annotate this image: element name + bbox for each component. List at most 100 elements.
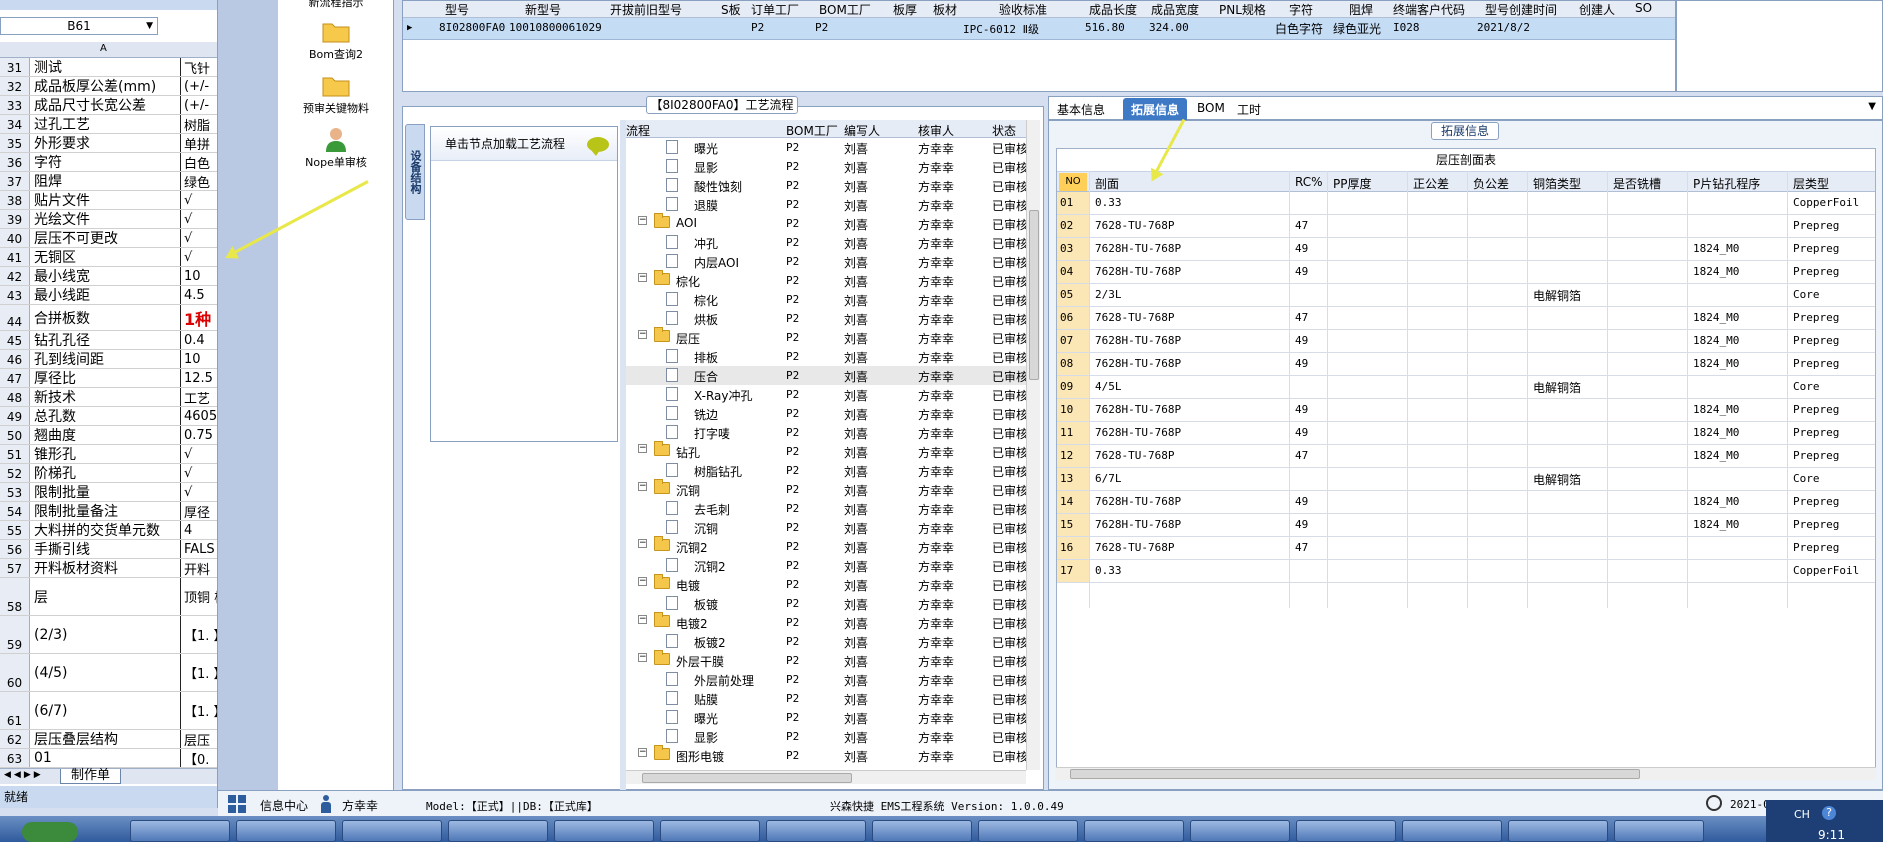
- nav-item-new-flow[interactable]: 新流程指示: [278, 0, 394, 10]
- col-header[interactable]: 板材: [933, 1, 957, 18]
- row-number[interactable]: 51: [0, 445, 30, 463]
- row-number[interactable]: 32: [0, 77, 30, 95]
- cell-a[interactable]: 成品尺寸长宽公差: [31, 96, 181, 114]
- list-item[interactable]: 内层AOI P2 刘喜 方幸幸 已审核: [626, 252, 1028, 271]
- name-box[interactable]: B61 ▼: [0, 17, 158, 35]
- cell-layer[interactable]: Core: [1793, 472, 1820, 485]
- list-item[interactable]: 板镀 P2 刘喜 方幸幸 已审核: [626, 594, 1028, 613]
- cell-a[interactable]: 字符: [31, 153, 181, 171]
- list-item[interactable]: − 层压 P2 刘喜 方幸幸 已审核: [626, 327, 1028, 347]
- list-item[interactable]: 排板 P2 刘喜 方幸幸 已审核: [626, 347, 1028, 366]
- list-item[interactable]: 板镀2 P2 刘喜 方幸幸 已审核: [626, 632, 1028, 651]
- cell-rc[interactable]: 49: [1295, 426, 1308, 439]
- taskbar-button[interactable]: [554, 820, 654, 842]
- row-number[interactable]: 38: [0, 191, 30, 209]
- cell-copper[interactable]: 电解铜箔: [1533, 471, 1581, 488]
- cell-copper[interactable]: 电解铜箔: [1533, 287, 1581, 304]
- cell-b[interactable]: 层压: [182, 730, 217, 749]
- detail-horizontal-scrollbar[interactable]: [1056, 767, 1876, 780]
- row-number[interactable]: 54: [0, 502, 30, 520]
- tab-extended-info[interactable]: 拓展信息: [1123, 98, 1188, 120]
- list-item[interactable]: 去毛刺 P2 刘喜 方幸幸 已审核: [626, 499, 1028, 518]
- cell-rc[interactable]: 49: [1295, 265, 1308, 278]
- cell-layer[interactable]: Prepreg: [1793, 311, 1839, 324]
- taskbar-button[interactable]: [978, 820, 1078, 842]
- cell-section[interactable]: 7628-TU-768P: [1095, 449, 1174, 462]
- scroll-thumb[interactable]: [1070, 769, 1640, 779]
- collapse-icon[interactable]: −: [638, 748, 647, 757]
- row-number[interactable]: 35: [0, 134, 30, 152]
- cell-order-factory[interactable]: P2: [751, 21, 764, 34]
- cell-layer[interactable]: Prepreg: [1793, 403, 1839, 416]
- cell-a[interactable]: 总孔数: [31, 407, 181, 425]
- cell-customer[interactable]: I028: [1393, 21, 1420, 34]
- taskbar-button[interactable]: [1190, 820, 1290, 842]
- cell-drill[interactable]: 1824_M0: [1693, 242, 1739, 255]
- collapse-icon[interactable]: −: [638, 330, 647, 339]
- col-header-copper[interactable]: 铜箔类型: [1533, 175, 1581, 192]
- cell-a[interactable]: 01: [31, 749, 181, 767]
- cell-b[interactable]: 12.5: [182, 369, 217, 387]
- cell-rc[interactable]: 49: [1295, 242, 1308, 255]
- row-number[interactable]: 58: [0, 578, 30, 615]
- table-row[interactable]: ▶ 8I02800FA0 10010800061029 P2 P2 IPC-60…: [403, 18, 1675, 40]
- col-header[interactable]: S板: [721, 1, 741, 18]
- cell-a[interactable]: 限制批量备注: [31, 502, 181, 520]
- table-row[interactable]: 09 4/5L 电解铜箔 Core: [1057, 376, 1875, 399]
- col-header-flow[interactable]: 流程: [626, 122, 650, 139]
- cell-b[interactable]: 4605: [182, 407, 217, 425]
- table-row[interactable]: 14 7628H-TU-768P 49 1824_M0 Prepreg: [1057, 491, 1875, 514]
- table-row[interactable]: 06 7628-TU-768P 47 1824_M0 Prepreg: [1057, 307, 1875, 330]
- row-number[interactable]: 48: [0, 388, 30, 406]
- list-item[interactable]: − 电镀 P2 刘喜 方幸幸 已审核: [626, 574, 1028, 594]
- cell-a[interactable]: 层: [31, 578, 181, 615]
- cell-b[interactable]: 单拼: [182, 134, 217, 153]
- scroll-thumb[interactable]: [1029, 210, 1039, 380]
- flow-horizontal-scrollbar[interactable]: [626, 770, 1026, 784]
- list-item[interactable]: 棕化 P2 刘喜 方幸幸 已审核: [626, 290, 1028, 309]
- col-header[interactable]: 验收标准: [999, 1, 1047, 18]
- cell-section[interactable]: 4/5L: [1095, 380, 1122, 393]
- col-header-reviewer[interactable]: 核审人: [918, 122, 954, 139]
- table-row[interactable]: 05 2/3L 电解铜箔 Core: [1057, 284, 1875, 307]
- cell-b[interactable]: 4: [182, 521, 217, 539]
- cell-a[interactable]: 光绘文件: [31, 210, 181, 228]
- taskbar-button[interactable]: [1296, 820, 1396, 842]
- cell-a[interactable]: 外形要求: [31, 134, 181, 152]
- row-number[interactable]: 37: [0, 172, 30, 190]
- row-number[interactable]: 41: [0, 248, 30, 266]
- row-number[interactable]: 34: [0, 115, 30, 133]
- col-header-no[interactable]: NO: [1059, 173, 1087, 191]
- help-icon[interactable]: ?: [1822, 806, 1836, 820]
- column-a-header[interactable]: A: [100, 43, 107, 54]
- cell-a[interactable]: 层压不可更改: [31, 229, 181, 247]
- cell-drill[interactable]: 1824_M0: [1693, 403, 1739, 416]
- taskbar-button[interactable]: [448, 820, 548, 842]
- cell-rc[interactable]: 49: [1295, 357, 1308, 370]
- cell-rc[interactable]: 47: [1295, 541, 1308, 554]
- cell-rc[interactable]: 49: [1295, 403, 1308, 416]
- col-header-layer[interactable]: 层类型: [1793, 175, 1829, 192]
- cell-a[interactable]: 限制批量: [31, 483, 181, 501]
- cell-layer[interactable]: Prepreg: [1793, 541, 1839, 554]
- cell-b[interactable]: 10: [182, 350, 217, 368]
- cell-a[interactable]: 成品板厚公差(mm): [31, 77, 181, 95]
- table-row[interactable]: 16 7628-TU-768P 47 Prepreg: [1057, 537, 1875, 560]
- cell-b[interactable]: (+/-: [182, 77, 217, 95]
- cell-char[interactable]: 白色字符: [1275, 20, 1323, 37]
- col-header-bom[interactable]: BOM工厂: [786, 122, 838, 139]
- table-row[interactable]: 01 0.33 CopperFoil: [1057, 192, 1875, 215]
- cell-a[interactable]: 过孔工艺: [31, 115, 181, 133]
- row-number[interactable]: 49: [0, 407, 30, 425]
- info-center-link[interactable]: 信息中心: [260, 797, 308, 814]
- list-item[interactable]: − 棕化 P2 刘喜 方幸幸 已审核: [626, 270, 1028, 290]
- row-number[interactable]: 56: [0, 540, 30, 558]
- taskbar-button[interactable]: [1508, 820, 1608, 842]
- cell-rc[interactable]: 49: [1295, 518, 1308, 531]
- col-header[interactable]: 阻焊: [1349, 1, 1373, 18]
- sheet-nav-arrows-icon[interactable]: ◀◀▶▶: [4, 770, 44, 780]
- row-number[interactable]: 43: [0, 286, 30, 304]
- table-row[interactable]: 12 7628-TU-768P 47 1824_M0 Prepreg: [1057, 445, 1875, 468]
- collapse-icon[interactable]: −: [638, 444, 647, 453]
- table-row[interactable]: 02 7628-TU-768P 47 Prepreg: [1057, 215, 1875, 238]
